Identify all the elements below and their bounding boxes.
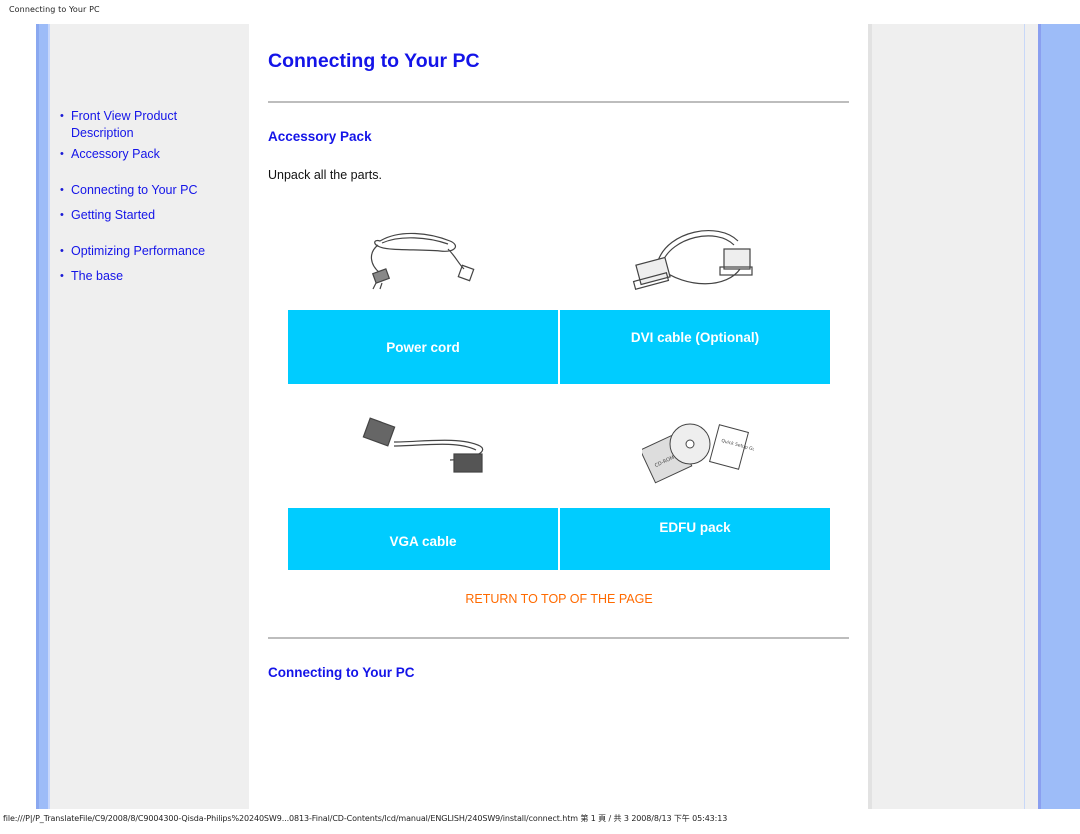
left-frame-stripe	[36, 24, 50, 809]
sidebar-link[interactable]: Accessory Pack	[71, 147, 160, 161]
section-title-accessory-pack: Accessory Pack	[268, 129, 372, 144]
print-header: Connecting to Your PC	[9, 5, 100, 14]
label-row: VGA cable EDFU pack	[288, 508, 830, 570]
edfu-pack-label: EDFU pack	[560, 508, 830, 570]
page-title: Connecting to Your PC	[268, 50, 480, 72]
section-title-connecting: Connecting to Your PC	[268, 665, 415, 680]
dvi-cable-cell	[560, 219, 830, 299]
intro-text: Unpack all the parts.	[268, 168, 382, 182]
sidebar-nav: Front View Product Description Accessory…	[60, 108, 205, 285]
sidebar-item-the-base[interactable]: The base	[60, 268, 205, 285]
vga-cable-label: VGA cable	[288, 508, 558, 570]
print-footer: file:///P|/P_TranslateFile/C9/2008/8/C90…	[3, 814, 728, 823]
sidebar: Front View Product Description Accessory…	[50, 24, 249, 809]
right-frame-panel	[868, 24, 1038, 809]
return-to-top-link[interactable]: RETURN TO TOP OF THE PAGE	[268, 592, 850, 606]
vga-cable-image	[362, 417, 484, 473]
edfu-pack-cell: CD-ROM Quick Setup Guide	[560, 414, 830, 494]
right-frame-stripe	[1038, 24, 1080, 809]
sidebar-item-getting-started[interactable]: Getting Started	[60, 207, 205, 224]
label-row: Power cord DVI cable (Optional)	[288, 310, 830, 384]
power-cord-label: Power cord	[288, 310, 558, 384]
sidebar-link[interactable]: Getting Started	[71, 208, 155, 222]
sidebar-link[interactable]: Front View Product Description	[71, 109, 177, 140]
edfu-pack-image: CD-ROM Quick Setup Guide	[642, 423, 754, 484]
sidebar-item-front-view[interactable]: Front View Product Description	[60, 108, 201, 142]
dvi-cable-image	[632, 230, 753, 290]
image-row	[288, 219, 830, 299]
sidebar-item-optimizing[interactable]: Optimizing Performance	[60, 243, 205, 260]
power-cord-image	[370, 232, 475, 290]
right-frame-line	[1024, 24, 1025, 809]
vga-cable-cell	[288, 414, 558, 494]
power-cord-cell	[288, 219, 558, 299]
divider	[268, 101, 849, 103]
dvi-cable-label: DVI cable (Optional)	[560, 310, 830, 384]
image-row: CD-ROM Quick Setup Guide	[288, 414, 830, 494]
sidebar-item-connecting[interactable]: Connecting to Your PC	[60, 182, 205, 199]
sidebar-link[interactable]: Optimizing Performance	[71, 244, 205, 258]
sidebar-link[interactable]: Connecting to Your PC	[71, 183, 197, 197]
divider	[268, 637, 849, 639]
sidebar-item-accessory-pack[interactable]: Accessory Pack	[60, 146, 205, 163]
sidebar-link[interactable]: The base	[71, 269, 123, 283]
